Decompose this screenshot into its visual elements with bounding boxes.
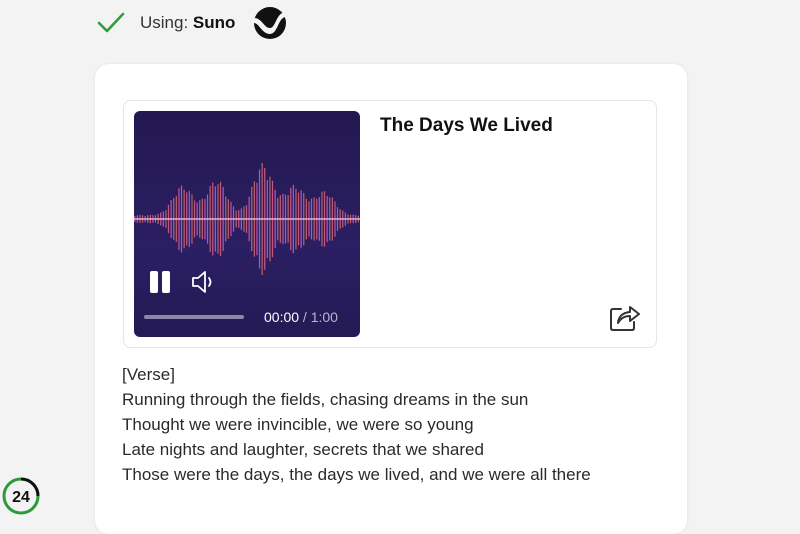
using-label: Using: Suno	[140, 13, 235, 33]
pause-button[interactable]	[148, 269, 172, 295]
using-prefix: Using:	[140, 13, 193, 32]
lyrics-line: Thought we were invincible, we were so y…	[122, 415, 474, 434]
provider-name: Suno	[192, 13, 236, 32]
time-display: 00:00 / 1:00	[264, 309, 338, 325]
time-separator: /	[299, 309, 311, 325]
song-artwork: 00:00 / 1:00	[134, 111, 360, 337]
lyrics-line: Running through the fields, chasing drea…	[122, 390, 529, 409]
share-icon[interactable]	[608, 301, 642, 333]
check-icon	[97, 12, 125, 33]
lyrics-line: [Verse]	[122, 365, 175, 384]
suno-logo-icon	[254, 7, 287, 39]
time-total: 1:00	[310, 309, 338, 325]
pause-icon	[150, 271, 158, 293]
waveform-center-line	[134, 218, 360, 220]
lyrics-line: Late nights and laughter, secrets that w…	[122, 440, 484, 459]
time-current: 00:00	[264, 309, 300, 325]
volume-icon[interactable]	[190, 269, 216, 295]
using-status: Using: Suno	[96, 6, 287, 40]
song-title: The Days We Lived	[380, 115, 553, 136]
watermark-logo: 24	[2, 477, 40, 515]
result-card: 00:00 / 1:00 The Days We Lived [Verse] R…	[95, 64, 687, 534]
song-card: 00:00 / 1:00 The Days We Lived	[123, 100, 657, 348]
lyrics-block: [Verse] Running through the fields, chas…	[122, 362, 591, 487]
waveform-visual	[134, 163, 360, 276]
pause-icon-bar	[162, 271, 170, 293]
watermark-text: 24	[12, 489, 30, 506]
lyrics-line: Those were the days, the days we lived, …	[122, 465, 591, 484]
progress-bar[interactable]	[144, 315, 244, 319]
